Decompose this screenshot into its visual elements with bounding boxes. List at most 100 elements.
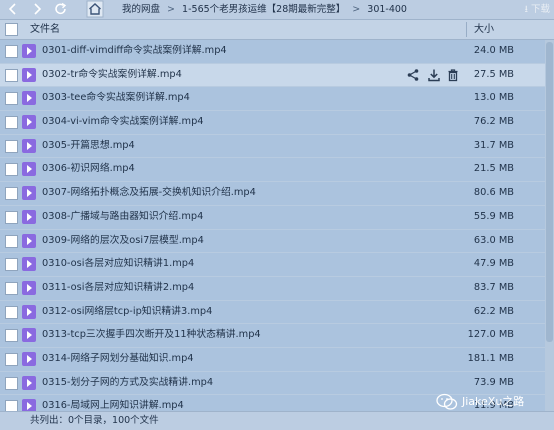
file-name[interactable]: 0314-网络子网划分基础知识.mp4 <box>42 348 194 370</box>
download-icon[interactable] <box>427 68 441 82</box>
file-size: 181.1 MB <box>467 352 514 364</box>
file-row[interactable]: 0314-网络子网划分基础知识.mp4 181.1 MB <box>0 348 554 372</box>
download-button[interactable]: ⭳ 下载 <box>525 2 550 17</box>
file-size: 62.2 MB <box>473 305 514 317</box>
file-size: 21.5 MB <box>473 163 514 175</box>
row-checkbox[interactable] <box>5 92 18 106</box>
row-checkbox[interactable] <box>5 329 18 343</box>
file-size: 47.9 MB <box>473 258 514 270</box>
file-row[interactable]: 0315-划分子网的方式及实战精讲.mp4 73.9 MB <box>0 372 554 396</box>
video-file-icon <box>22 304 36 319</box>
breadcrumb-item-root[interactable]: 我的网盘 <box>122 4 160 15</box>
file-name[interactable]: 0303-tee命令实战案例详解.mp4 <box>42 87 190 109</box>
file-row[interactable]: 0306-初识网络.mp4 21.5 MB <box>0 158 554 183</box>
file-row[interactable]: 0312-osi网络层tcp-ip知识精讲3.mp4 62.2 MB <box>0 301 554 325</box>
watermark-text: JiakeXu之路 <box>462 395 525 408</box>
file-size: 83.7 MB <box>473 281 514 293</box>
row-checkbox[interactable] <box>5 116 18 130</box>
download-icon: ⭳ <box>524 4 528 15</box>
file-row[interactable]: 0309-网络的层次及osi7层模型.mp4 63.0 MB <box>0 230 554 254</box>
file-name[interactable]: 0301-diff-vimdiff命令实战案例详解.mp4 <box>42 40 227 62</box>
file-row[interactable]: 0302-tr命令实战案例详解.mp4 27.5 MB <box>0 63 554 88</box>
file-name[interactable]: 0306-初识网络.mp4 <box>42 158 135 180</box>
file-size: 31.7 MB <box>473 139 514 151</box>
video-file-icon <box>22 44 36 58</box>
row-checkbox[interactable] <box>5 305 18 319</box>
video-file-icon <box>22 209 36 224</box>
video-file-icon <box>22 115 36 130</box>
status-text: 共列出：0个目录，100个文件 <box>30 415 159 426</box>
file-row[interactable]: 0308-广播域与路由器知识介绍.mp4 55.9 MB <box>0 206 554 230</box>
row-checkbox[interactable] <box>5 258 18 272</box>
row-checkbox[interactable] <box>5 234 18 248</box>
column-header: 文件名 大小 <box>0 20 554 40</box>
file-row[interactable]: 0303-tee命令实战案例详解.mp4 13.0 MB <box>0 87 554 112</box>
row-checkbox[interactable] <box>5 163 18 177</box>
row-checkbox[interactable] <box>5 187 18 201</box>
video-file-icon <box>22 233 36 248</box>
row-checkbox[interactable] <box>5 68 18 82</box>
chevron-left-icon <box>8 3 16 15</box>
file-row[interactable]: 0313-tcp三次握手四次断开及11种状态精讲.mp4 127.0 MB <box>0 324 554 348</box>
file-row[interactable]: 0305-开篇思想.mp4 31.7 MB <box>0 135 554 159</box>
breadcrumb-separator: > <box>167 4 176 15</box>
file-list: 0301-diff-vimdiff命令实战案例详解.mp4 24.0 MB 0302… <box>0 40 554 411</box>
column-header-size[interactable]: 大小 <box>474 23 494 36</box>
video-file-icon <box>22 328 36 343</box>
video-file-icon <box>22 375 36 390</box>
column-header-name[interactable]: 文件名 <box>30 23 60 36</box>
forward-button[interactable] <box>28 1 46 17</box>
file-name[interactable]: 0311-osi各层对应知识精讲2.mp4 <box>42 277 194 299</box>
file-name[interactable]: 0308-广播域与路由器知识介绍.mp4 <box>42 206 203 228</box>
share-icon[interactable] <box>406 68 420 82</box>
file-row[interactable]: 0301-diff-vimdiff命令实战案例详解.mp4 24.0 MB <box>0 40 554 64</box>
row-checkbox[interactable] <box>5 376 18 390</box>
breadcrumb-separator: > <box>352 4 361 15</box>
chevron-right-icon <box>34 3 42 15</box>
file-name[interactable]: 0305-开篇思想.mp4 <box>42 135 135 157</box>
breadcrumb: 我的网盘 > 1-565个老男孩运维【28期最新完整】 > 301-400 <box>122 2 411 17</box>
row-checkbox[interactable] <box>5 139 18 153</box>
video-file-icon <box>22 351 36 366</box>
top-nav-bar: 我的网盘 > 1-565个老男孩运维【28期最新完整】 > 301-400 ⭳ … <box>0 0 554 20</box>
file-name[interactable]: 0309-网络的层次及osi7层模型.mp4 <box>42 230 204 252</box>
video-file-icon <box>22 67 36 82</box>
row-checkbox[interactable] <box>5 210 18 224</box>
row-checkbox[interactable] <box>5 400 18 411</box>
file-name[interactable]: 0313-tcp三次握手四次断开及11种状态精讲.mp4 <box>42 324 261 346</box>
file-name[interactable]: 0315-划分子网的方式及实战精讲.mp4 <box>42 372 213 394</box>
status-bar: 共列出：0个目录，100个文件 <box>0 411 554 430</box>
file-name[interactable]: 0312-osi网络层tcp-ip知识精讲3.mp4 <box>42 301 212 323</box>
file-name[interactable]: 0302-tr命令实战案例详解.mp4 <box>42 64 182 86</box>
scrollbar-thumb[interactable] <box>546 42 553 342</box>
file-size: 73.9 MB <box>473 376 514 388</box>
column-divider[interactable] <box>466 22 467 37</box>
file-size: 127.0 MB <box>467 329 514 341</box>
home-button[interactable] <box>86 0 104 18</box>
video-file-icon <box>22 186 36 201</box>
row-checkbox[interactable] <box>5 281 18 295</box>
file-size: 27.5 MB <box>473 68 514 80</box>
file-name[interactable]: 0307-网络拓扑概念及拓展-交换机知识介绍.mp4 <box>42 182 256 204</box>
video-file-icon <box>22 91 36 106</box>
breadcrumb-item-folder[interactable]: 1-565个老男孩运维【28期最新完整】 <box>182 4 345 15</box>
row-checkbox[interactable] <box>5 352 18 366</box>
back-button[interactable] <box>4 1 22 17</box>
file-row[interactable]: 0310-osi各层对应知识精讲1.mp4 47.9 MB <box>0 253 554 277</box>
wechat-icon <box>436 393 458 410</box>
row-checkbox[interactable] <box>5 45 18 58</box>
file-name[interactable]: 0304-vi-vim命令实战案例详解.mp4 <box>42 111 204 133</box>
file-row[interactable]: 0311-osi各层对应知识精讲2.mp4 83.7 MB <box>0 277 554 301</box>
breadcrumb-item-current[interactable]: 301-400 <box>367 4 407 15</box>
select-all-checkbox[interactable] <box>5 23 18 36</box>
download-label: 下载 <box>530 4 550 15</box>
file-row[interactable]: 0307-网络拓扑概念及拓展-交换机知识介绍.mp4 80.6 MB <box>0 182 554 206</box>
file-size: 80.6 MB <box>473 187 514 199</box>
file-size: 55.9 MB <box>473 210 514 222</box>
file-name[interactable]: 0310-osi各层对应知识精讲1.mp4 <box>42 253 194 275</box>
file-row[interactable]: 0304-vi-vim命令实战案例详解.mp4 76.2 MB <box>0 111 554 135</box>
file-size: 63.0 MB <box>473 234 514 246</box>
refresh-button[interactable] <box>52 1 70 17</box>
home-icon <box>86 0 104 18</box>
file-name[interactable]: 0316-局域网上网知识讲解.mp4 <box>42 395 184 411</box>
